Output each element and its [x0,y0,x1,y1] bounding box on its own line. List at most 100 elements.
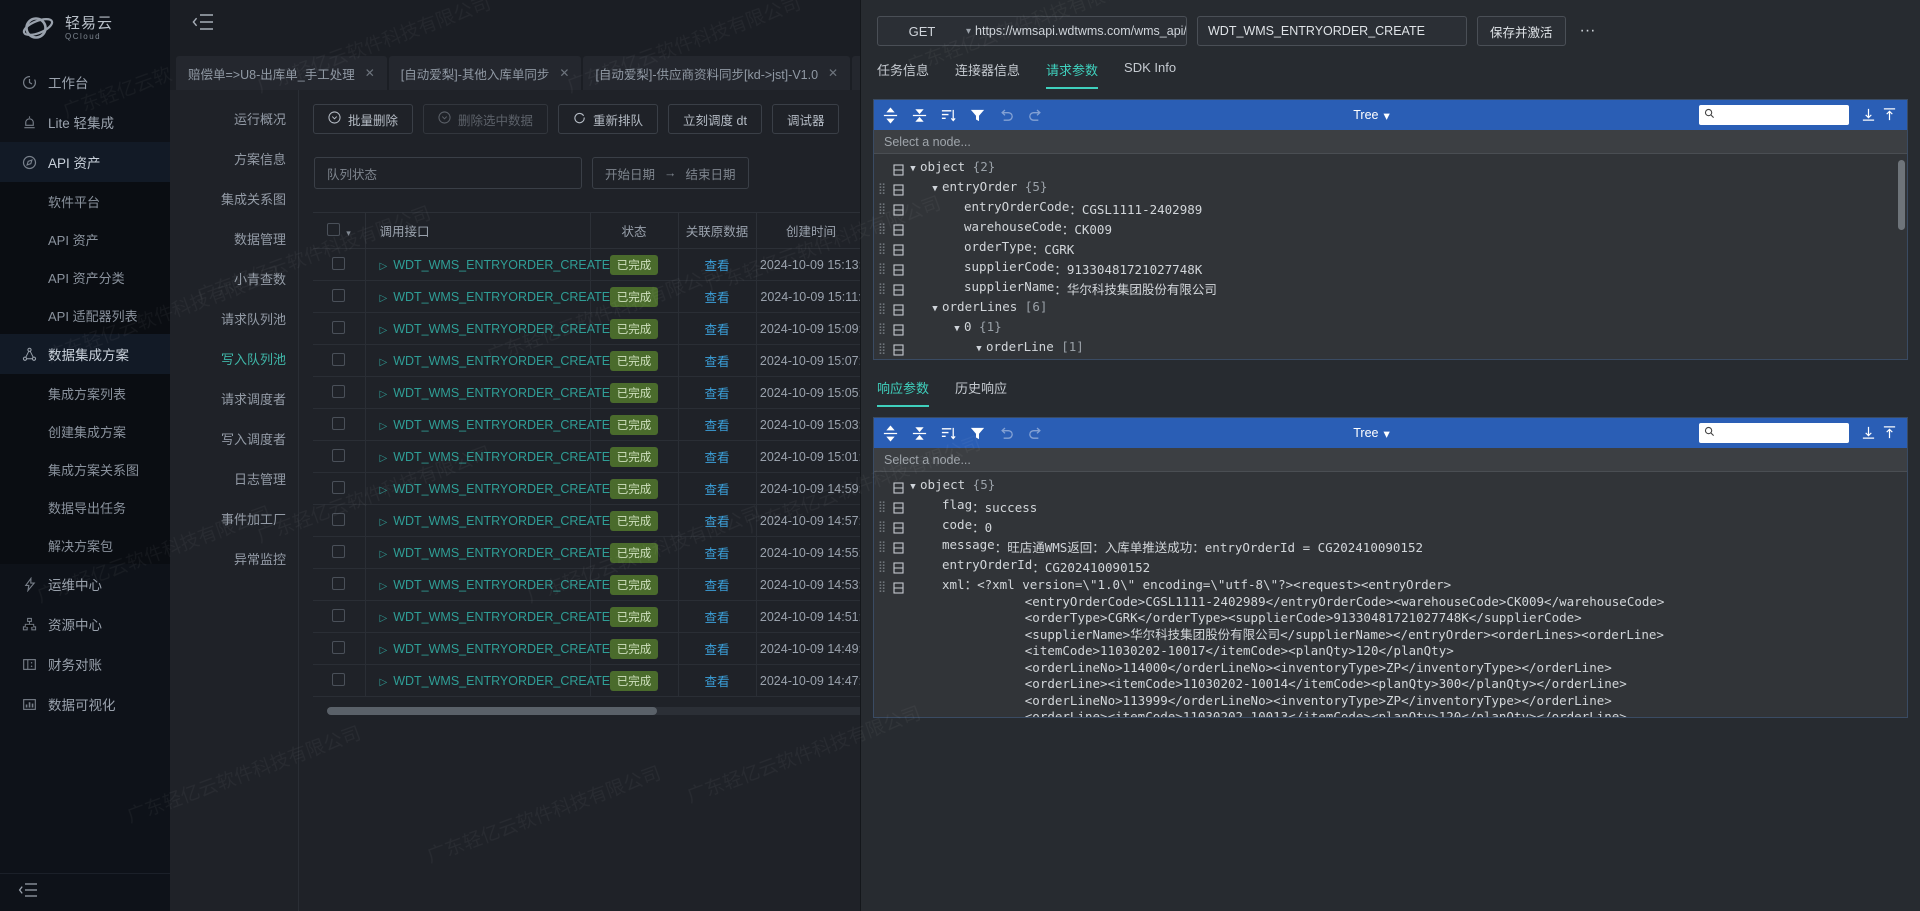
row-checkbox[interactable] [332,480,346,494]
tab-item[interactable]: 畅捷 [852,56,860,90]
row-checkbox[interactable] [332,352,346,366]
play-icon[interactable]: ▷ [380,453,388,464]
view-link[interactable]: 查看 [704,259,729,273]
chevron-icon[interactable]: ▼ [906,159,920,179]
view-link[interactable]: 查看 [704,451,729,465]
sidebar-item-solution-package[interactable]: 解决方案包 [0,526,170,564]
row-checkbox[interactable] [332,448,346,462]
drag-handle-icon[interactable]: ⣿ [874,319,890,339]
sidebar-item-create-solution[interactable]: 创建集成方案 [0,412,170,450]
json-value[interactable]: ：0 [972,517,992,536]
table-row[interactable]: ▷ WDT_WMS_ENTRYORDER_CREATE 已完成 查看 2024-10-0… [313,568,860,601]
node-toggle-icon[interactable] [890,259,906,279]
search-prev-icon[interactable] [1861,107,1878,124]
row-source-cell[interactable]: 查看 [678,632,757,665]
drag-handle-icon[interactable]: ⣿ [874,537,890,557]
row-source-cell[interactable]: 查看 [678,344,757,377]
chevron-icon[interactable]: ▼ [950,319,964,339]
sidemenu-item-write-scheduler[interactable]: 写入调度者 [170,418,298,458]
sidebar-item-data-integration[interactable]: 数据集成方案 [0,334,170,374]
table-row[interactable]: ▷ WDT_WMS_ENTRYORDER_CREATE 已完成 查看 2024-10-0… [313,248,860,281]
row-checkbox[interactable] [332,640,346,654]
json-search-input[interactable] [1699,105,1849,125]
undo-icon[interactable] [998,107,1015,124]
sidemenu-item-write-queue[interactable]: 写入队列池 [170,338,298,378]
json-value[interactable]: ：华尔科技集团股份有限公司 [1054,279,1217,298]
play-icon[interactable]: ▷ [380,485,388,496]
json-tree-row[interactable]: ⣿ orderType ：CGRK [874,239,1907,259]
json-value[interactable]: ：旺店通WMS返回：入库单推送成功：entryOrderId = CG20241… [995,537,1423,556]
api-name-input[interactable]: WDT_WMS_ENTRYORDER_CREATE [1197,16,1467,46]
node-toggle-icon[interactable] [890,537,906,557]
row-select-cell[interactable] [313,472,366,505]
play-icon[interactable]: ▷ [380,549,388,560]
node-toggle-icon[interactable] [890,179,906,199]
sidebar-item-finance[interactable]: 财务对账 [0,644,170,684]
node-toggle-icon[interactable] [890,577,906,597]
delete-selected-button[interactable]: 删除选中数据 [423,104,549,134]
row-checkbox[interactable] [332,576,346,590]
table-row[interactable]: ▷ WDT_WMS_ENTRYORDER_CREATE 已完成 查看 2024-10-0… [313,440,860,473]
table-row[interactable]: ▷ WDT_WMS_ENTRYORDER_CREATE 已完成 查看 2024-10-0… [313,280,860,313]
view-link[interactable]: 查看 [704,323,729,337]
batch-delete-button[interactable]: 批量删除 [313,104,414,134]
sidemenu-item-log-manage[interactable]: 日志管理 [170,458,298,498]
json-tree-row[interactable]: ⣿ supplierCode ：91330481721027748K [874,259,1907,279]
expand-all-icon[interactable] [882,106,899,124]
play-icon[interactable]: ▷ [380,421,388,432]
row-select-cell[interactable] [313,248,366,281]
drag-handle-icon[interactable]: ⣿ [874,279,890,299]
debugger-button[interactable]: 调试器 [771,104,840,134]
row-select-cell[interactable] [313,632,366,665]
collapse-all-icon[interactable] [911,425,928,442]
collapse-sidebar-icon[interactable] [18,882,38,903]
table-row[interactable]: ▷ WDT_WMS_ENTRYORDER_CREATE 已完成 查看 2024-10-0… [313,408,860,441]
search-next-icon[interactable] [1882,107,1899,124]
node-toggle-icon[interactable] [890,239,906,259]
node-toggle-icon[interactable] [890,199,906,219]
sidebar-item-export-task[interactable]: 数据导出任务 [0,488,170,526]
row-select-cell[interactable] [313,376,366,409]
json-tree-row[interactable]: ▼ object {5} [874,477,1907,497]
request-url-input[interactable]: https://wmsapi.wdtwms.com/wms_api/w [975,24,1186,38]
row-checkbox[interactable] [332,608,346,622]
json-value[interactable]: ：CK009 [1062,219,1112,238]
view-link[interactable]: 查看 [704,675,729,689]
schedule-now-button[interactable]: 立刻调度 dt [668,104,762,134]
json-tree-row[interactable]: ⣿ warehouseCode ：CK009 [874,219,1907,239]
row-select-cell[interactable] [313,504,366,537]
json-tree-row[interactable]: ⣿ entryOrderId ：CG202410090152 [874,557,1907,577]
row-select-cell[interactable] [313,280,366,313]
tab-connector-info[interactable]: 连接器信息 [955,60,1020,89]
node-toggle-icon[interactable] [890,339,906,359]
row-api-cell[interactable]: ▷ WDT_WMS_ENTRYORDER_CREATE [365,664,610,697]
select-all-checkbox[interactable] [326,222,340,236]
node-toggle-icon[interactable] [890,219,906,239]
row-api-cell[interactable]: ▷ WDT_WMS_ENTRYORDER_CREATE [365,344,610,377]
chevron-down-icon[interactable]: ▾ [966,26,971,37]
play-icon[interactable]: ▷ [380,261,388,272]
chevron-icon[interactable]: ▼ [906,477,920,497]
row-api-cell[interactable]: ▷ WDT_WMS_ENTRYORDER_CREATE [365,568,610,601]
play-icon[interactable]: ▷ [380,613,388,624]
row-api-cell[interactable]: ▷ WDT_WMS_ENTRYORDER_CREATE [365,312,610,345]
chevron-down-icon[interactable]: ▾ [346,228,351,238]
row-select-cell[interactable] [313,536,366,569]
json-tree-row[interactable]: ⣿ ▼ orderLine [1] [874,339,1907,359]
row-api-cell[interactable]: ▷ WDT_WMS_ENTRYORDER_CREATE [365,504,610,537]
sidebar-item-ops-center[interactable]: 运维中心 [0,564,170,604]
view-link[interactable]: 查看 [704,643,729,657]
row-api-cell[interactable]: ▷ WDT_WMS_ENTRYORDER_CREATE [365,536,610,569]
view-link[interactable]: 查看 [704,355,729,369]
request-tree-body[interactable]: ▼ object {2} ⣿ ▼ entryOrder {5} ⣿ entryOrderCo… [874,154,1907,359]
play-icon[interactable]: ▷ [380,517,388,528]
sort-icon[interactable] [940,425,957,442]
row-select-cell[interactable] [313,600,366,633]
play-icon[interactable]: ▷ [380,293,388,304]
end-date-input[interactable]: 结束日期 [686,164,736,183]
row-select-cell[interactable] [313,344,366,377]
table-row[interactable]: ▷ WDT_WMS_ENTRYORDER_CREATE 已完成 查看 2024-10-0… [313,472,860,505]
row-checkbox[interactable] [332,672,346,686]
http-method-select[interactable]: GET [878,24,966,39]
sidemenu-item-overview[interactable]: 运行概况 [170,98,298,138]
